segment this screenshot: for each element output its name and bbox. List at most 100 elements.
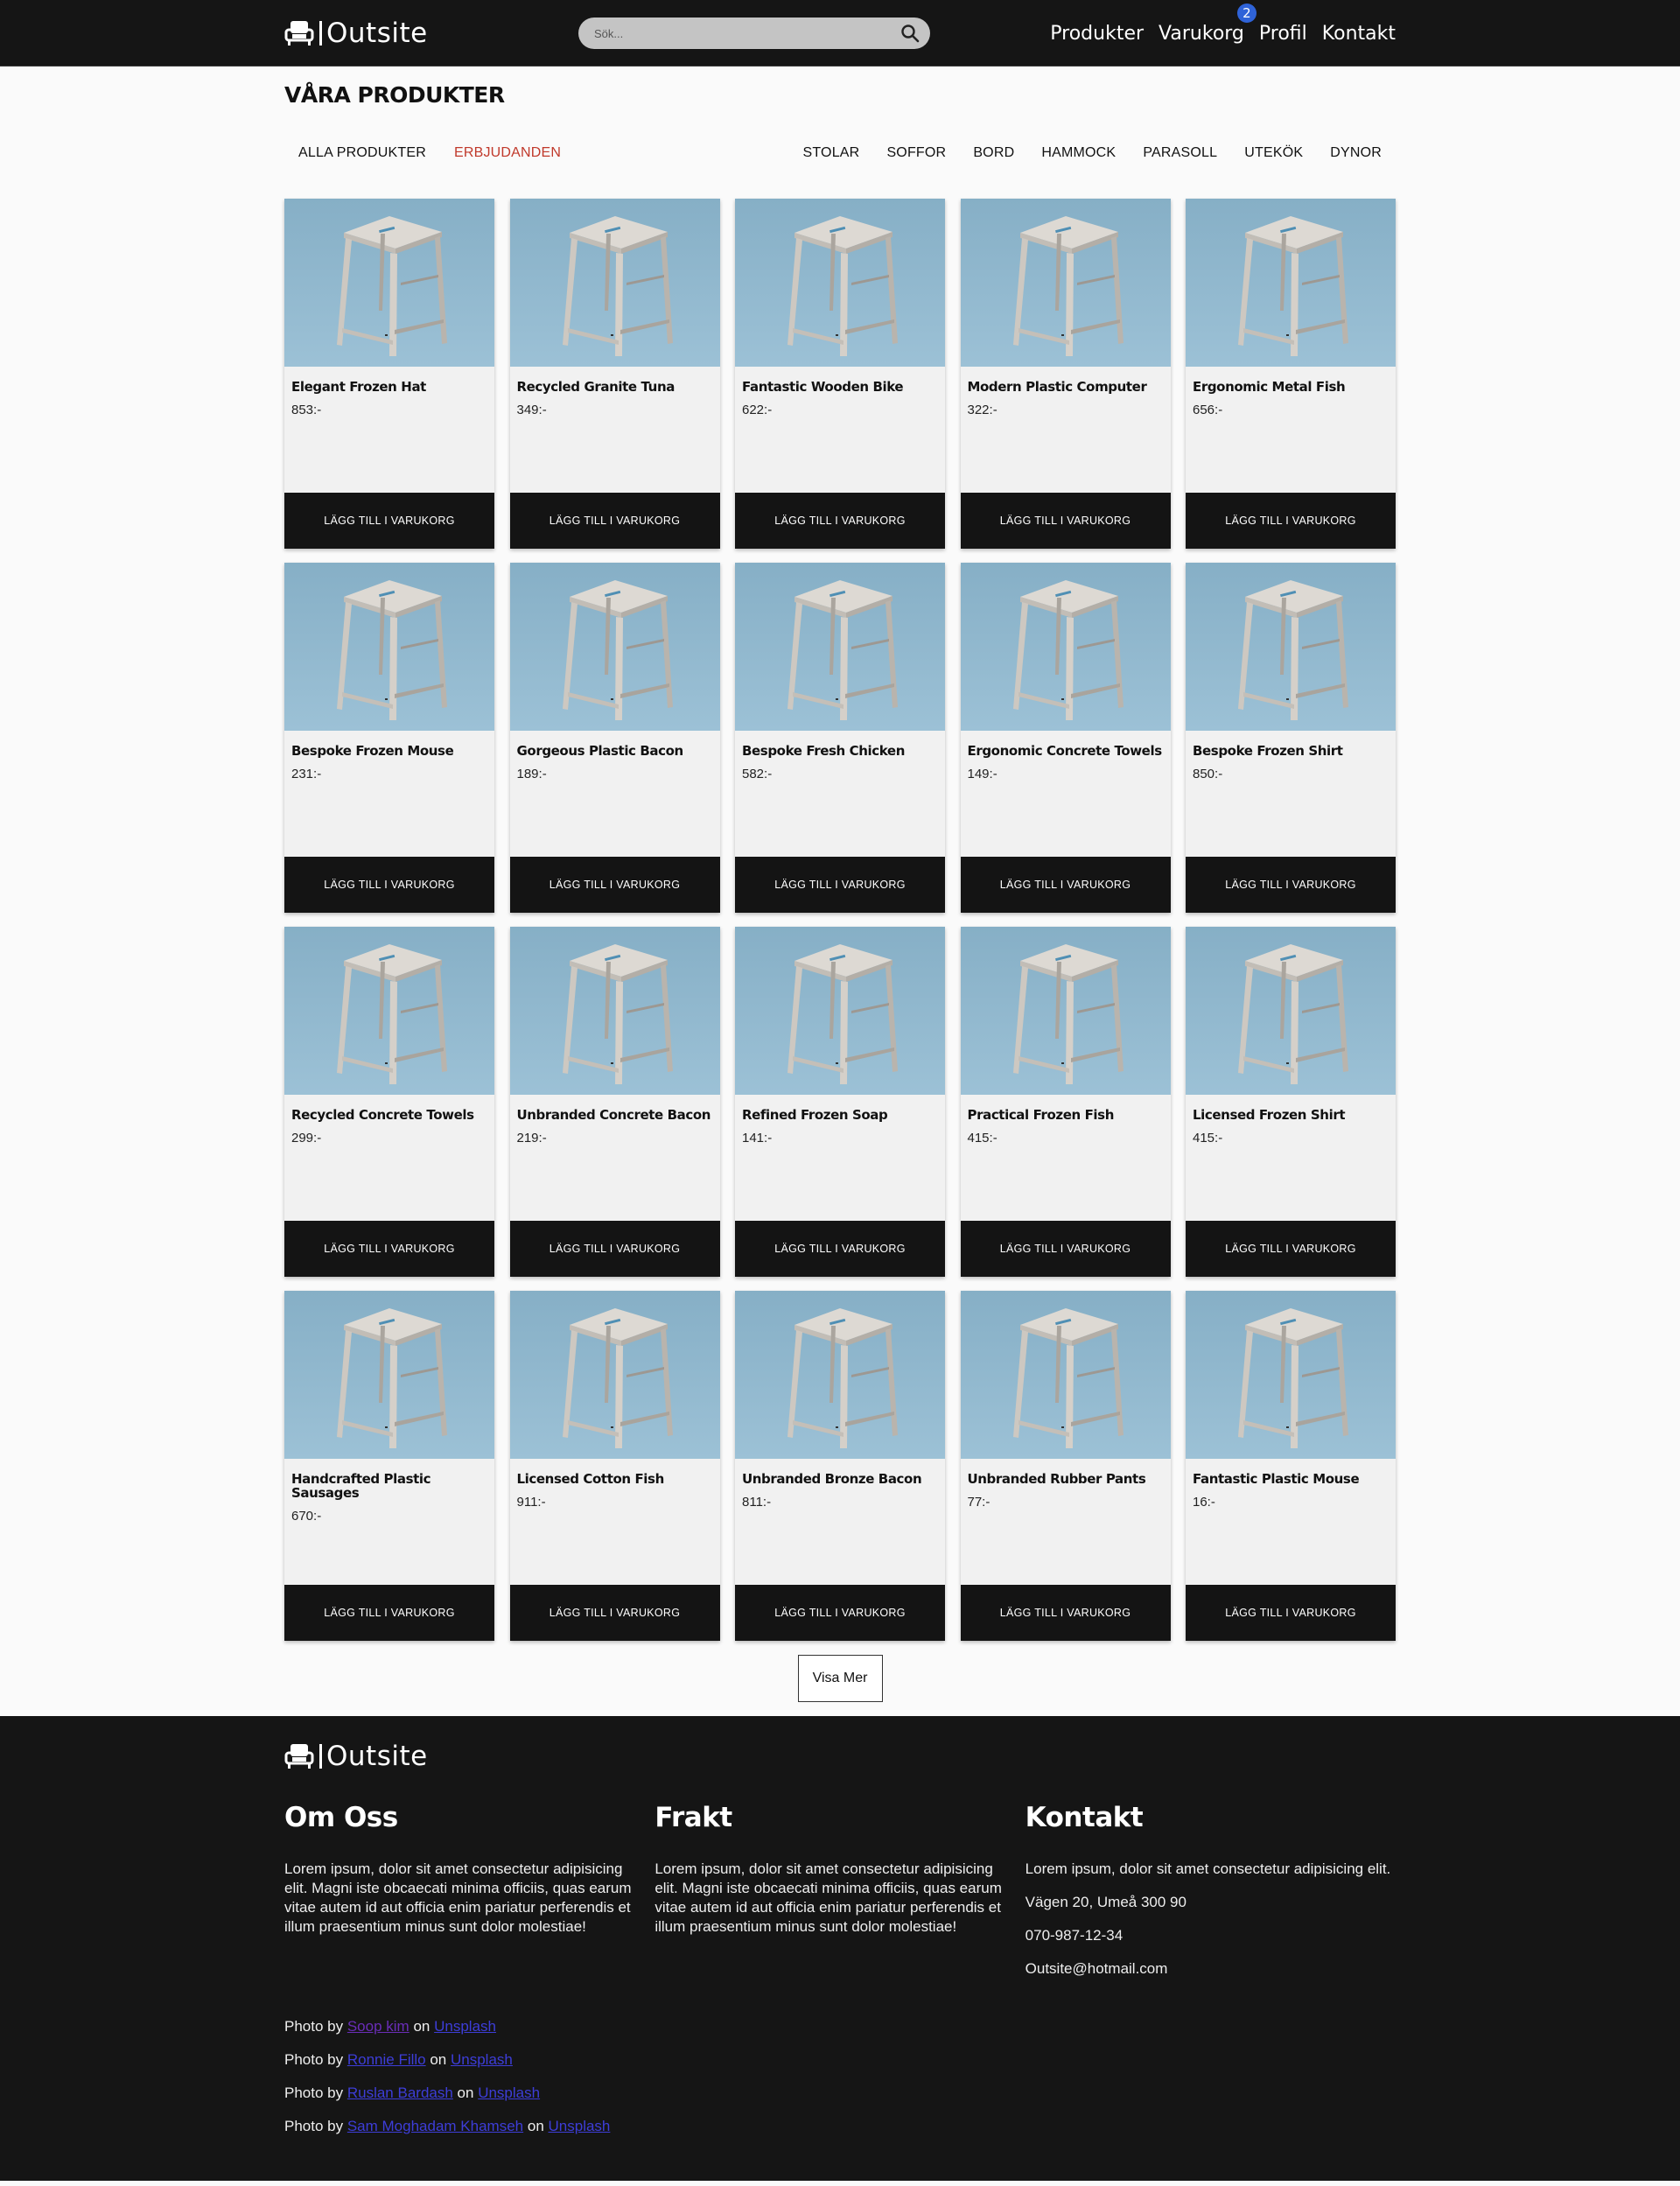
product-image[interactable] bbox=[735, 1291, 945, 1459]
product-card[interactable]: Unbranded Concrete Bacon 219:- LÄGG TILL I… bbox=[509, 927, 720, 1277]
product-name[interactable]: Bespoke Fresh Chicken bbox=[735, 731, 945, 758]
product-image[interactable] bbox=[960, 927, 1171, 1095]
product-name[interactable]: Refined Frozen Soap bbox=[735, 1095, 945, 1122]
product-image[interactable] bbox=[960, 1291, 1171, 1459]
add-to-cart-button[interactable]: LÄGG TILL I VARUKORG bbox=[509, 493, 720, 549]
product-name[interactable]: Elegant Frozen Hat bbox=[284, 367, 494, 394]
product-card[interactable]: Bespoke Frozen Shirt 850:- LÄGG TILL I VAR… bbox=[1186, 563, 1396, 913]
brand-logo[interactable]: Outsite bbox=[284, 18, 428, 49]
product-card[interactable]: Gorgeous Plastic Bacon 189:- LÄGG TILL I V… bbox=[509, 563, 720, 913]
add-to-cart-button[interactable]: LÄGG TILL I VARUKORG bbox=[284, 1585, 494, 1641]
product-image[interactable] bbox=[960, 199, 1171, 367]
product-card[interactable]: Ergonomic Concrete Towels 149:- LÄGG TILL … bbox=[960, 563, 1171, 913]
add-to-cart-button[interactable]: LÄGG TILL I VARUKORG bbox=[735, 493, 945, 549]
product-name[interactable]: Handcrafted Plastic Sausages bbox=[284, 1459, 494, 1500]
product-card[interactable]: Refined Frozen Soap 141:- LÄGG TILL I VARU… bbox=[735, 927, 945, 1277]
product-image[interactable] bbox=[509, 563, 720, 731]
filter-offers[interactable]: ERBJUDANDEN bbox=[454, 145, 561, 161]
product-image[interactable] bbox=[735, 927, 945, 1095]
add-to-cart-button[interactable]: LÄGG TILL I VARUKORG bbox=[284, 1221, 494, 1277]
product-name[interactable]: Fantastic Plastic Mouse bbox=[1186, 1459, 1396, 1486]
show-more-button[interactable]: Visa Mer bbox=[797, 1655, 883, 1702]
add-to-cart-button[interactable]: LÄGG TILL I VARUKORG bbox=[284, 493, 494, 549]
credit-site-link[interactable]: Unsplash bbox=[549, 2118, 611, 2134]
credit-author-link[interactable]: Sam Moghadam Khamseh bbox=[347, 2118, 523, 2134]
nav-profile[interactable]: Profil bbox=[1259, 23, 1307, 45]
product-card[interactable]: Modern Plastic Computer 322:- LÄGG TILL I … bbox=[960, 199, 1171, 549]
add-to-cart-button[interactable]: LÄGG TILL I VARUKORG bbox=[1186, 857, 1396, 913]
product-card[interactable]: Ergonomic Metal Fish 656:- LÄGG TILL I VAR… bbox=[1186, 199, 1396, 549]
add-to-cart-button[interactable]: LÄGG TILL I VARUKORG bbox=[735, 1585, 945, 1641]
nav-cart[interactable]: Varukorg 2 bbox=[1158, 3, 1256, 45]
product-name[interactable]: Licensed Frozen Shirt bbox=[1186, 1095, 1396, 1122]
filter-tables[interactable]: BORD bbox=[973, 145, 1014, 161]
credit-author-link[interactable]: Soop kim bbox=[347, 2018, 410, 2035]
product-card[interactable]: Fantastic Wooden Bike 622:- LÄGG TILL I VA… bbox=[735, 199, 945, 549]
product-image[interactable] bbox=[509, 1291, 720, 1459]
product-name[interactable]: Licensed Cotton Fish bbox=[510, 1459, 720, 1486]
search-icon[interactable] bbox=[900, 24, 920, 43]
product-card[interactable]: Bespoke Frozen Mouse 231:- LÄGG TILL I VAR… bbox=[284, 563, 494, 913]
product-image[interactable] bbox=[284, 927, 494, 1095]
nav-products[interactable]: Produkter bbox=[1050, 23, 1144, 45]
product-name[interactable]: Unbranded Bronze Bacon bbox=[735, 1459, 945, 1486]
add-to-cart-button[interactable]: LÄGG TILL I VARUKORG bbox=[960, 857, 1171, 913]
product-card[interactable]: Unbranded Bronze Bacon 811:- LÄGG TILL I V… bbox=[735, 1291, 945, 1641]
credit-site-link[interactable]: Unsplash bbox=[451, 2051, 513, 2068]
product-card[interactable]: Recycled Concrete Towels 299:- LÄGG TILL I… bbox=[284, 927, 494, 1277]
product-image[interactable] bbox=[735, 199, 945, 367]
product-name[interactable]: Unbranded Concrete Bacon bbox=[510, 1095, 720, 1122]
product-image[interactable] bbox=[1186, 927, 1396, 1095]
filter-chairs[interactable]: STOLAR bbox=[803, 145, 860, 161]
product-card[interactable]: Licensed Cotton Fish 911:- LÄGG TILL I VAR… bbox=[509, 1291, 720, 1641]
product-card[interactable]: Fantastic Plastic Mouse 16:- LÄGG TILL I V… bbox=[1186, 1291, 1396, 1641]
nav-contact[interactable]: Kontakt bbox=[1322, 23, 1396, 45]
product-name[interactable]: Recycled Concrete Towels bbox=[284, 1095, 494, 1122]
product-card[interactable]: Handcrafted Plastic Sausages 670:- LÄGG TI… bbox=[284, 1291, 494, 1641]
add-to-cart-button[interactable]: LÄGG TILL I VARUKORG bbox=[509, 857, 720, 913]
product-image[interactable] bbox=[960, 563, 1171, 731]
add-to-cart-button[interactable]: LÄGG TILL I VARUKORG bbox=[960, 1585, 1171, 1641]
product-image[interactable] bbox=[284, 1291, 494, 1459]
add-to-cart-button[interactable]: LÄGG TILL I VARUKORG bbox=[960, 493, 1171, 549]
product-image[interactable] bbox=[735, 563, 945, 731]
product-name[interactable]: Gorgeous Plastic Bacon bbox=[510, 731, 720, 758]
product-card[interactable]: Practical Frozen Fish 415:- LÄGG TILL I VA… bbox=[960, 927, 1171, 1277]
add-to-cart-button[interactable]: LÄGG TILL I VARUKORG bbox=[509, 1221, 720, 1277]
credit-site-link[interactable]: Unsplash bbox=[478, 2084, 540, 2101]
add-to-cart-button[interactable]: LÄGG TILL I VARUKORG bbox=[1186, 1221, 1396, 1277]
search-bar[interactable] bbox=[578, 18, 930, 49]
product-card[interactable]: Licensed Frozen Shirt 415:- LÄGG TILL I VA… bbox=[1186, 927, 1396, 1277]
product-name[interactable]: Recycled Granite Tuna bbox=[510, 367, 720, 394]
product-card[interactable]: Elegant Frozen Hat 853:- LÄGG TILL I VARUK… bbox=[284, 199, 494, 549]
product-image[interactable] bbox=[509, 927, 720, 1095]
filter-cushions[interactable]: DYNOR bbox=[1330, 145, 1382, 161]
product-name[interactable]: Bespoke Frozen Mouse bbox=[284, 731, 494, 758]
product-name[interactable]: Modern Plastic Computer bbox=[961, 367, 1171, 394]
add-to-cart-button[interactable]: LÄGG TILL I VARUKORG bbox=[284, 857, 494, 913]
product-name[interactable]: Bespoke Frozen Shirt bbox=[1186, 731, 1396, 758]
filter-sofas[interactable]: SOFFOR bbox=[886, 145, 946, 161]
product-card[interactable]: Unbranded Rubber Pants 77:- LÄGG TILL I VA… bbox=[960, 1291, 1171, 1641]
product-image[interactable] bbox=[1186, 563, 1396, 731]
add-to-cart-button[interactable]: LÄGG TILL I VARUKORG bbox=[960, 1221, 1171, 1277]
credit-site-link[interactable]: Unsplash bbox=[434, 2018, 496, 2035]
product-image[interactable] bbox=[509, 199, 720, 367]
product-image[interactable] bbox=[284, 199, 494, 367]
product-name[interactable]: Practical Frozen Fish bbox=[961, 1095, 1171, 1122]
product-name[interactable]: Unbranded Rubber Pants bbox=[961, 1459, 1171, 1486]
search-input[interactable] bbox=[594, 26, 900, 40]
add-to-cart-button[interactable]: LÄGG TILL I VARUKORG bbox=[1186, 493, 1396, 549]
product-name[interactable]: Ergonomic Concrete Towels bbox=[961, 731, 1171, 758]
credit-author-link[interactable]: Ruslan Bardash bbox=[347, 2084, 453, 2101]
filter-parasol[interactable]: PARASOLL bbox=[1143, 145, 1217, 161]
product-card[interactable]: Bespoke Fresh Chicken 582:- LÄGG TILL I VA… bbox=[735, 563, 945, 913]
product-image[interactable] bbox=[284, 563, 494, 731]
add-to-cart-button[interactable]: LÄGG TILL I VARUKORG bbox=[509, 1585, 720, 1641]
product-image[interactable] bbox=[1186, 1291, 1396, 1459]
filter-hammock[interactable]: HAMMOCK bbox=[1041, 145, 1116, 161]
product-card[interactable]: Recycled Granite Tuna 349:- LÄGG TILL I VA… bbox=[509, 199, 720, 549]
filter-all-products[interactable]: ALLA PRODUKTER bbox=[298, 145, 426, 161]
filter-outdoor-kitchen[interactable]: UTEKÖK bbox=[1244, 145, 1303, 161]
add-to-cart-button[interactable]: LÄGG TILL I VARUKORG bbox=[735, 857, 945, 913]
